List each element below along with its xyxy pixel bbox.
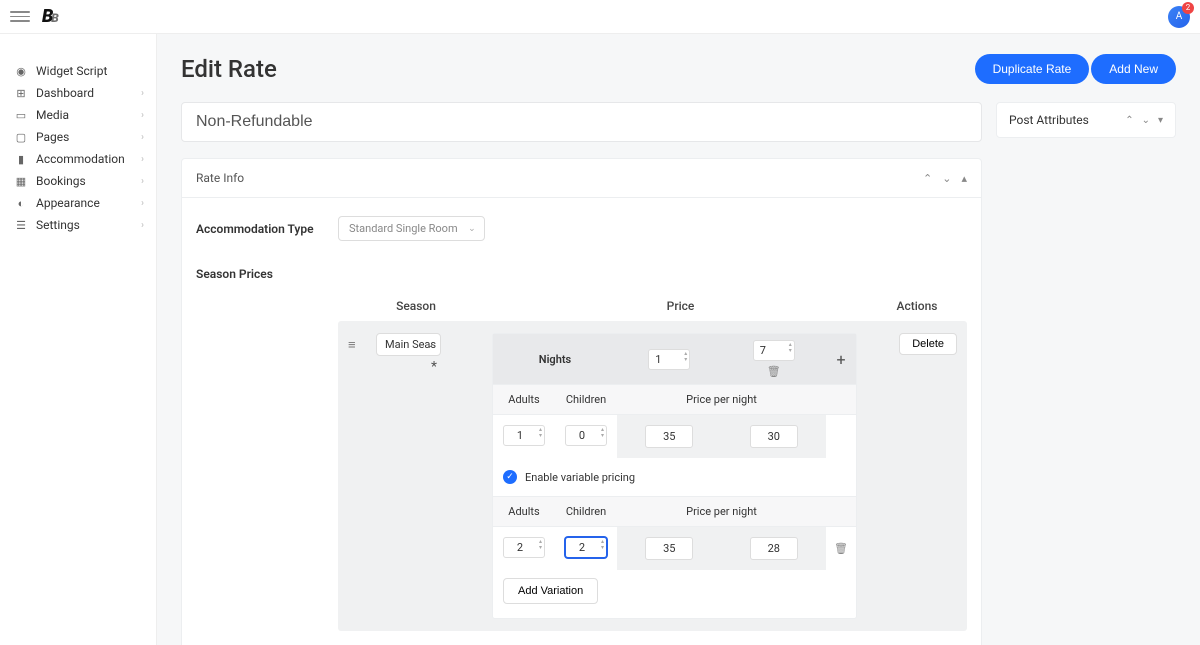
sidebar-item-label: Appearance <box>36 196 100 210</box>
sidebar-item-settings[interactable]: ☰ Settings › <box>0 214 156 236</box>
logo[interactable]: BB <box>42 6 57 27</box>
chevron-right-icon: › <box>141 110 144 121</box>
children-label: Children <box>555 497 617 526</box>
side-panel-title: Post Attributes <box>1009 113 1089 127</box>
children-input[interactable]: 2 ▴▾ <box>565 537 607 558</box>
post-attributes-panel: Post Attributes ⌃ ⌄ ▾ <box>996 102 1176 138</box>
price-input[interactable]: 28 <box>750 537 798 560</box>
brush-icon: ◐ <box>14 196 28 210</box>
spinner-icon[interactable]: ▴▾ <box>684 351 687 363</box>
page-title: Edit Rate <box>181 55 277 83</box>
sidebar-item-label: Pages <box>36 130 69 144</box>
nights-input-1[interactable]: 1 ▴▾ <box>648 349 690 370</box>
sidebar: ◉ Widget Script ⊞ Dashboard › ▭ Media › … <box>0 34 157 645</box>
chevron-right-icon: › <box>141 198 144 209</box>
col-season: Season <box>338 299 494 313</box>
sidebar-item-appearance[interactable]: ◐ Appearance › <box>0 192 156 214</box>
season-prices-label: Season Prices <box>196 267 338 281</box>
chevron-right-icon: › <box>141 220 144 231</box>
chevron-down-icon: ⌄ <box>426 340 434 350</box>
panel-title: Rate Info <box>196 171 244 185</box>
chevron-right-icon: › <box>141 154 144 165</box>
price-row-variable: 2 ▴▾ 2 ▴▾ <box>493 526 856 570</box>
add-new-button[interactable]: Add New <box>1091 54 1176 84</box>
user-avatar[interactable]: A 2 <box>1168 6 1190 28</box>
accommodation-type-label: Accommodation Type <box>196 222 338 236</box>
accommodation-type-select[interactable]: Standard Single Room ⌄ <box>338 216 485 241</box>
price-input[interactable]: 35 <box>645 425 693 448</box>
calendar-icon: ▦ <box>14 174 28 188</box>
ppn-label: Price per night <box>617 385 826 414</box>
adults-label: Adults <box>493 385 555 414</box>
sliders-icon: ☰ <box>14 218 28 232</box>
season-select[interactable]: Main Seas ⌄ <box>376 333 441 356</box>
price-row: 1 ▴▾ 0 ▴▾ <box>493 414 856 458</box>
sidebar-item-pages[interactable]: ▢ Pages › <box>0 126 156 148</box>
sidebar-item-label: Accommodation <box>36 152 125 166</box>
topbar: BB A 2 <box>0 0 1200 34</box>
building-icon: ▮ <box>14 152 28 166</box>
trash-icon[interactable]: 🗑 <box>767 365 781 378</box>
menu-toggle[interactable] <box>10 7 30 27</box>
add-variation-button[interactable]: Add Variation <box>503 578 598 604</box>
notification-badge: 2 <box>1182 2 1194 14</box>
panel-down-icon[interactable]: ⌄ <box>1142 115 1150 126</box>
panel-toggle-icon[interactable]: ▾ <box>1158 115 1163 126</box>
spinner-icon[interactable]: ▴▾ <box>789 342 792 354</box>
spinner-icon[interactable]: ▴▾ <box>539 427 542 439</box>
drag-handle-icon[interactable]: ≡ <box>348 333 376 619</box>
panel-collapse-down-icon[interactable]: ⌄ <box>942 172 951 185</box>
adults-input[interactable]: 2 ▴▾ <box>503 537 545 558</box>
main-content: Edit Rate Duplicate Rate Add New Rate In… <box>157 34 1200 645</box>
season-row: ≡ Main Seas ⌄ * <box>338 321 967 631</box>
sidebar-item-media[interactable]: ▭ Media › <box>0 104 156 126</box>
trash-icon[interactable]: 🗑 <box>834 542 848 555</box>
spinner-icon[interactable]: ▴▾ <box>601 539 604 551</box>
sidebar-item-label: Settings <box>36 218 80 232</box>
nights-label: Nights <box>493 339 617 380</box>
chevron-right-icon: › <box>141 132 144 143</box>
children-input[interactable]: 0 ▴▾ <box>565 425 607 446</box>
sidebar-item-label: Bookings <box>36 174 86 188</box>
spinner-icon[interactable]: ▴▾ <box>539 539 542 551</box>
chevron-down-icon: ⌄ <box>468 224 476 234</box>
rate-title-input[interactable] <box>181 102 982 142</box>
nights-input-2[interactable]: 7 ▴▾ <box>753 340 795 361</box>
chevron-right-icon: › <box>141 176 144 187</box>
eye-icon: ◉ <box>14 64 28 78</box>
sidebar-item-label: Dashboard <box>36 86 94 100</box>
adults-label: Adults <box>493 497 555 526</box>
panel-collapse-up-icon[interactable]: ⌃ <box>923 172 932 185</box>
spinner-icon[interactable]: ▴▾ <box>601 427 604 439</box>
ppn-label: Price per night <box>617 497 826 526</box>
sidebar-item-label: Widget Script <box>36 64 107 78</box>
image-icon: ▭ <box>14 108 28 122</box>
add-night-button[interactable]: + <box>826 350 856 369</box>
sidebar-item-widget-script[interactable]: ◉ Widget Script <box>0 60 156 82</box>
check-icon: ✓ <box>503 470 517 484</box>
panel-move-up-icon[interactable]: ▴ <box>961 172 967 185</box>
rate-info-panel: Rate Info ⌃ ⌄ ▴ Accommodation Type Stand… <box>181 158 982 645</box>
duplicate-rate-button[interactable]: Duplicate Rate <box>975 54 1090 84</box>
sidebar-item-bookings[interactable]: ▦ Bookings › <box>0 170 156 192</box>
chevron-right-icon: › <box>141 88 144 99</box>
briefcase-icon: ▢ <box>14 130 28 144</box>
adults-input[interactable]: 1 ▴▾ <box>503 425 545 446</box>
required-asterisk: * <box>376 359 492 375</box>
sidebar-item-accommodation[interactable]: ▮ Accommodation › <box>0 148 156 170</box>
price-input[interactable]: 35 <box>645 537 693 560</box>
price-input[interactable]: 30 <box>750 425 798 448</box>
grid-icon: ⊞ <box>14 86 28 100</box>
delete-season-button[interactable]: Delete <box>899 333 957 355</box>
panel-up-icon[interactable]: ⌃ <box>1125 115 1133 126</box>
sidebar-item-label: Media <box>36 108 69 122</box>
children-label: Children <box>555 385 617 414</box>
enable-variable-pricing[interactable]: ✓ Enable variable pricing <box>493 458 856 496</box>
col-actions: Actions <box>867 299 967 313</box>
sidebar-item-dashboard[interactable]: ⊞ Dashboard › <box>0 82 156 104</box>
col-price: Price <box>494 299 867 313</box>
